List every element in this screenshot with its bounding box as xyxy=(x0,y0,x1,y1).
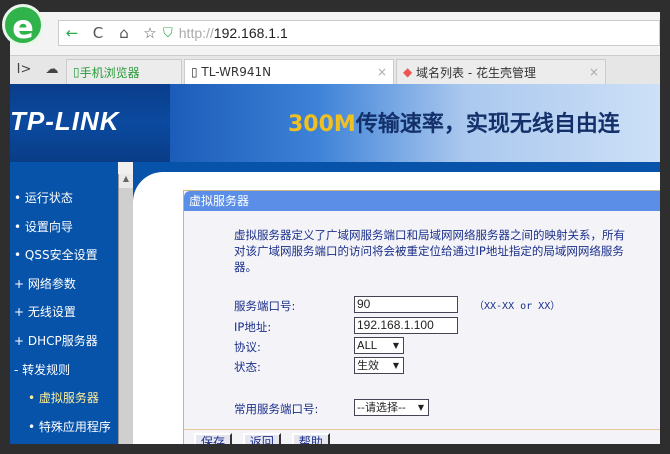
tplink-logo: TP-LINK xyxy=(10,106,120,136)
cloud-icon[interactable]: ☁ xyxy=(38,56,66,84)
status-label: 状态: xyxy=(234,360,261,374)
sidebar-item-qss[interactable]: • QSS安全设置 xyxy=(10,241,118,270)
main-area: 虚拟服务器 虚拟服务器定义了广域网服务端口和局域网网络服务器之间的映射关系，所有… xyxy=(133,162,660,444)
sidebar-item-dhcp[interactable]: + DHCP服务器 xyxy=(10,327,118,356)
protocol-select[interactable]: ALL ▼ xyxy=(354,337,404,354)
sidebar-item-special-app[interactable]: • 特殊应用程序 xyxy=(10,413,118,442)
sidebar-toggle-icon[interactable]: I> xyxy=(10,56,38,84)
common-port-value: --请选择-- xyxy=(357,401,406,414)
sidebar-menu: • 运行状态 • 设置向导 • QSS安全设置 + 网络参数 + 无线设置 + … xyxy=(10,162,118,444)
scroll-up-icon[interactable]: ▲ xyxy=(119,174,133,188)
reload-button[interactable]: C xyxy=(85,24,111,42)
help-button[interactable]: 帮助 xyxy=(291,433,330,444)
url-protocol: http:// xyxy=(178,25,214,41)
chevron-down-icon: ▼ xyxy=(392,361,399,370)
address-bar: ← C ⌂ ☆ ⛉ http://192.168.1.1 xyxy=(58,20,660,46)
port-hint: （XX-XX or XX） xyxy=(474,301,561,312)
tab-domain-list[interactable]: ◆ 域名列表 - 花生壳管理 × xyxy=(396,59,606,84)
browser-toolbar: ← C ⌂ ☆ ⛉ http://192.168.1.1 xyxy=(10,12,660,56)
sidebar-item-forwarding[interactable]: - 转发规则 xyxy=(10,356,118,385)
back-button[interactable]: 返回 xyxy=(242,433,281,444)
sidebar-item-network[interactable]: + 网络参数 xyxy=(10,270,118,299)
sidebar-item-status[interactable]: • 运行状态 xyxy=(10,184,118,213)
tab-label: 域名列表 - 花生壳管理 xyxy=(416,65,537,80)
button-bar: 保存 返回 帮助 xyxy=(184,429,660,444)
common-port-label: 常用服务端口号: xyxy=(234,402,319,416)
chevron-down-icon: ▼ xyxy=(392,341,399,350)
browser-window: ← C ⌂ ☆ ⛉ http://192.168.1.1 I> ☁ ▯ 手机浏览器… xyxy=(10,12,660,444)
banner-image: 300M传输速率，实现无线自由连 xyxy=(170,84,660,162)
home-button[interactable]: ⌂ xyxy=(111,24,137,42)
router-banner: TP-LINK 300M传输速率，实现无线自由连 xyxy=(10,84,660,162)
site-icon: ◆ xyxy=(403,65,417,79)
save-button[interactable]: 保存 xyxy=(194,433,233,444)
common-port-select[interactable]: --请选择-- ▼ xyxy=(354,399,429,416)
sidebar-scrollbar[interactable]: ▲ xyxy=(118,174,133,444)
tab-router[interactable]: ▯ TL-WR941N × xyxy=(184,59,394,84)
protocol-label: 协议: xyxy=(234,340,261,354)
browser-logo: e xyxy=(2,4,44,46)
sidebar-item-wireless[interactable]: + 无线设置 xyxy=(10,298,118,327)
ip-label: IP地址: xyxy=(234,320,272,334)
bookmark-star-icon[interactable]: ☆ xyxy=(137,24,163,42)
port-input[interactable]: 90 xyxy=(354,296,458,313)
protocol-value: ALL xyxy=(357,339,377,352)
tab-label: 手机浏览器 xyxy=(79,65,140,80)
tab-mobile-browser[interactable]: ▯ 手机浏览器 xyxy=(66,59,182,84)
url-host: 192.168.1.1 xyxy=(213,25,288,41)
status-select[interactable]: 生效 ▼ xyxy=(354,357,404,374)
port-label: 服务端口号: xyxy=(234,299,296,313)
ip-input[interactable]: 192.168.1.100 xyxy=(354,317,458,334)
back-button[interactable]: ← xyxy=(59,24,85,42)
url-input[interactable]: http://192.168.1.1 xyxy=(179,25,288,41)
sidebar-item-virtual-server[interactable]: • 虚拟服务器 xyxy=(10,384,118,413)
slogan-number: 300M xyxy=(288,112,356,137)
chevron-down-icon: ▼ xyxy=(417,403,424,412)
sidebar-item-wizard[interactable]: • 设置向导 xyxy=(10,213,118,242)
security-shield-icon: ⛉ xyxy=(163,25,173,41)
main-content: 虚拟服务器 虚拟服务器定义了广域网服务端口和局域网网络服务器之间的映射关系，所有… xyxy=(133,172,660,444)
panel-description: 虚拟服务器定义了广域网服务端口和局域网网络服务器之间的映射关系，所有对该广域网服… xyxy=(234,228,625,274)
close-icon[interactable]: × xyxy=(377,65,387,79)
close-icon[interactable]: × xyxy=(589,65,599,79)
page-icon: ▯ xyxy=(191,65,202,79)
slogan-text: 传输速率，实现无线自由连 xyxy=(355,112,620,137)
tab-label: TL-WR941N xyxy=(201,65,272,79)
phone-icon: ▯ xyxy=(73,65,80,79)
panel-title: 虚拟服务器 xyxy=(184,191,660,211)
virtual-server-panel: 虚拟服务器 虚拟服务器定义了广域网服务端口和局域网网络服务器之间的映射关系，所有… xyxy=(183,190,660,444)
tab-strip: I> ☁ ▯ 手机浏览器 ▯ TL-WR941N × ◆ 域名列表 - 花生壳管理 × xyxy=(10,56,660,84)
status-value: 生效 xyxy=(357,359,379,372)
